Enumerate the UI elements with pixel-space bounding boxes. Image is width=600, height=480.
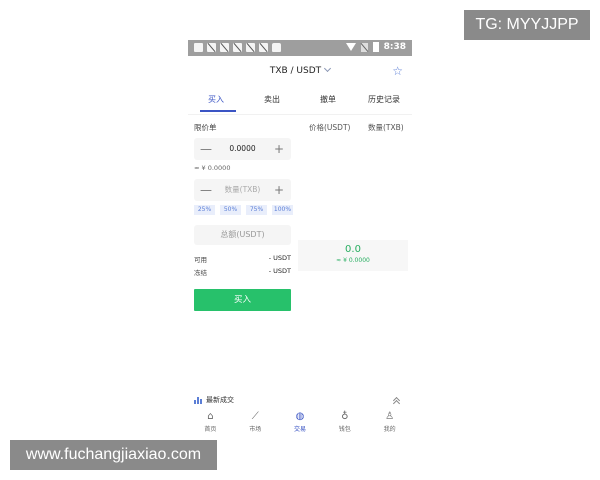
last-price-cny: ≈ ¥ 0.0000: [336, 257, 370, 264]
price-equivalent: ≈ ¥ 0.0000: [194, 164, 231, 172]
nav-wallet-label: 钱包: [338, 426, 351, 433]
percent-25-button[interactable]: 25%: [194, 205, 215, 215]
price-increase-button[interactable]: +: [271, 138, 287, 160]
status-time: 8:38: [383, 42, 406, 52]
percent-100-button[interactable]: 100%: [272, 205, 293, 215]
watermark-website: www.fuchangjiaxiao.com: [10, 440, 217, 470]
quantity-column-header: 数量(TXB): [368, 123, 404, 132]
percent-50-button[interactable]: 50%: [220, 205, 241, 215]
pair-label: TXB / USDT: [269, 66, 322, 76]
tab-sell[interactable]: 卖出: [244, 92, 300, 112]
quantity-decrease-button[interactable]: —: [198, 179, 214, 201]
star-icon[interactable]: ☆: [392, 64, 403, 78]
wallet-icon: ♁: [341, 411, 349, 422]
double-chevron-up-icon[interactable]: [393, 397, 400, 407]
chevron-down-icon: [324, 64, 332, 73]
muted-icon: [259, 43, 268, 52]
frozen-label: 冻结: [194, 269, 207, 277]
price-column-header: 价格(USDT): [309, 123, 351, 132]
nav-trade-label: 交易: [293, 426, 306, 433]
app-icon: [194, 43, 203, 52]
bar-chart-icon: [194, 396, 203, 404]
muted-icon: [233, 43, 242, 52]
tab-history[interactable]: 历史记录: [356, 92, 412, 112]
trade-header: TXB / USDT ☆: [188, 60, 412, 84]
bag-icon: [272, 43, 281, 52]
latest-trades-label: 最新成交: [206, 396, 234, 404]
nav-trade[interactable]: ◍ 交易: [278, 410, 323, 440]
last-price-box: 0.0 ≈ ¥ 0.0000: [298, 240, 408, 271]
tab-buy[interactable]: 买入: [188, 92, 244, 112]
battery-icon: [372, 42, 379, 52]
quantity-stepper: — 数量(TXB) +: [194, 179, 291, 201]
home-icon: ⌂: [207, 411, 214, 422]
nav-profile-label: 我的: [383, 426, 396, 433]
frozen-value: - USDT: [268, 267, 291, 275]
nav-profile[interactable]: ♙ 我的: [367, 410, 412, 440]
trade-tabs: 买入 卖出 撤单 历史记录: [188, 92, 412, 112]
buy-button[interactable]: 买入: [194, 289, 291, 311]
profile-icon: ♙: [385, 411, 395, 422]
phone-screen: 8:38 TXB / USDT ☆ 买入 卖出 撤单 历史记录 限价单 价格(U…: [188, 40, 412, 440]
percentage-buttons: 25% 50% 75% 100%: [194, 205, 293, 215]
tab-cancel[interactable]: 撤单: [300, 92, 356, 112]
muted-icon: [207, 43, 216, 52]
available-balance-row: 可用 - USDT: [194, 254, 291, 264]
status-bar: 8:38: [188, 40, 412, 56]
order-type[interactable]: 限价单: [194, 122, 217, 133]
total-input[interactable]: 总额(USDT): [194, 225, 291, 245]
muted-icon: [220, 43, 229, 52]
nav-home[interactable]: ⌂ 首页: [188, 410, 233, 440]
nav-market[interactable]: ⟋ 市场: [233, 410, 278, 440]
trade-icon: ◍: [295, 411, 305, 422]
divider: [188, 114, 412, 115]
nav-market-label: 市场: [249, 426, 262, 433]
available-value: - USDT: [268, 254, 291, 262]
quantity-increase-button[interactable]: +: [271, 179, 287, 201]
quantity-input[interactable]: 数量(TXB): [216, 179, 269, 201]
chart-icon: ⟋: [251, 411, 259, 422]
available-label: 可用: [194, 256, 207, 264]
percent-75-button[interactable]: 75%: [246, 205, 267, 215]
muted-icon: [246, 43, 255, 52]
sim-off-icon: [360, 42, 368, 52]
last-price: 0.0: [345, 244, 361, 255]
latest-trades-toggle[interactable]: 最新成交: [194, 395, 234, 405]
notification-icons: [194, 43, 281, 52]
price-stepper: — 0.0000 +: [194, 138, 291, 160]
pair-selector[interactable]: TXB / USDT: [188, 64, 412, 76]
wifi-icon: [345, 43, 356, 51]
frozen-balance-row: 冻结 - USDT: [194, 267, 291, 277]
price-input[interactable]: 0.0000: [216, 138, 269, 160]
bottom-nav: ⌂ 首页 ⟋ 市场 ◍ 交易 ♁ 钱包 ♙ 我的: [188, 410, 412, 440]
price-decrease-button[interactable]: —: [198, 138, 214, 160]
nav-wallet[interactable]: ♁ 钱包: [322, 410, 367, 440]
watermark-telegram: TG: MYYJJPP: [464, 10, 590, 40]
nav-home-label: 首页: [204, 426, 217, 433]
